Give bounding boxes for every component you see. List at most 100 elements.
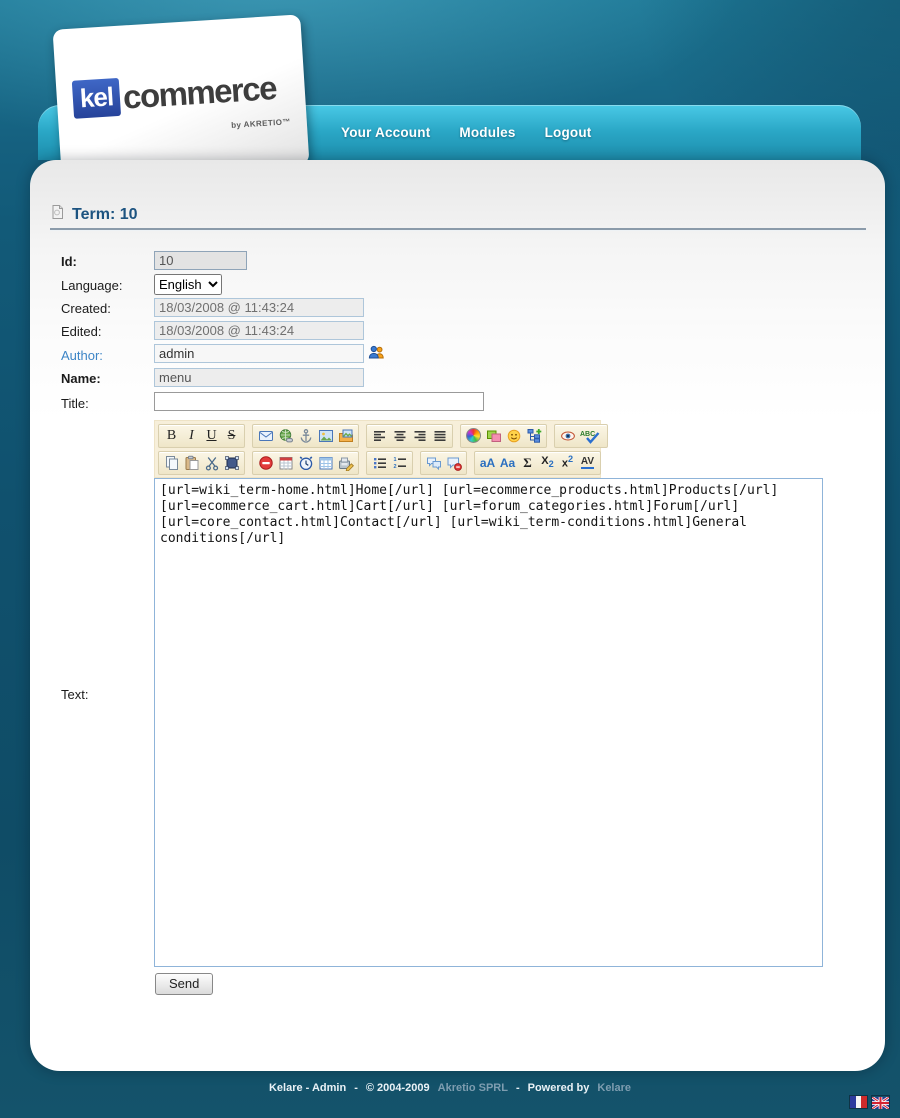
language-select[interactable]: English xyxy=(154,274,222,295)
heading-divider xyxy=(50,228,866,231)
remove-button[interactable] xyxy=(256,453,275,473)
uk-flag-icon[interactable] xyxy=(872,1096,889,1108)
align-left-button[interactable] xyxy=(370,426,389,446)
align-center-icon xyxy=(392,428,408,444)
french-flag-icon[interactable] xyxy=(850,1096,867,1108)
kelcommerce-logo: kel commerce xyxy=(72,68,277,119)
name-label: Name: xyxy=(61,371,101,386)
italic-button[interactable]: I xyxy=(182,426,201,446)
document-icon xyxy=(50,204,65,225)
time-button[interactable] xyxy=(296,453,315,473)
select-icon xyxy=(224,455,240,471)
spellcheck-icon: ABC xyxy=(579,428,603,444)
title-field[interactable] xyxy=(154,392,484,411)
created-label: Created: xyxy=(61,301,111,316)
font-bigger-button[interactable]: aA xyxy=(478,453,497,473)
photos-button[interactable] xyxy=(484,426,503,446)
nav-modules[interactable]: Modules xyxy=(459,125,515,140)
toolbar-group xyxy=(366,424,453,448)
link-button[interactable] xyxy=(276,426,295,446)
editor-toolbar: BIUS ABC 12 aA Aa Σ X2 x2 AV xyxy=(154,420,601,478)
font-smaller-button[interactable]: Aa xyxy=(498,453,517,473)
cut-button[interactable] xyxy=(202,453,221,473)
images-button[interactable] xyxy=(336,426,355,446)
footer-segment: Kelare - Admin xyxy=(269,1082,346,1094)
author-label[interactable]: Author: xyxy=(61,348,103,363)
align-left-icon xyxy=(372,428,388,444)
footer-credits: Kelare - Admin-© 2004-2009Akretio SPRL-P… xyxy=(0,1082,900,1094)
sum-icon: Σ xyxy=(523,456,532,469)
cut-icon xyxy=(204,455,220,471)
photos-icon xyxy=(486,428,502,444)
align-justify-button[interactable] xyxy=(430,426,449,446)
bold-button[interactable]: B xyxy=(162,426,181,446)
strikethrough-icon: S xyxy=(228,429,236,443)
quote-icon xyxy=(426,455,442,471)
list-numbered-button[interactable]: 12 xyxy=(390,453,409,473)
strikethrough-button[interactable]: S xyxy=(222,426,241,446)
toolbar-group: aA Aa Σ X2 x2 AV xyxy=(474,451,601,475)
nav-logout[interactable]: Logout xyxy=(545,125,592,140)
sum-button[interactable]: Σ xyxy=(518,453,537,473)
spellcheck-button[interactable]: ABC xyxy=(578,426,604,446)
toolbar-group xyxy=(420,451,467,475)
text-editor-area[interactable]: [url=wiki_term-home.html]Home[/url] [url… xyxy=(154,478,823,967)
superscript-button[interactable]: x2 xyxy=(558,453,577,473)
date-button[interactable] xyxy=(276,453,295,473)
quote-remove-button[interactable] xyxy=(444,453,463,473)
superscript-icon: x2 xyxy=(562,455,573,470)
kerning-icon: AV xyxy=(581,456,594,469)
paste-button[interactable] xyxy=(182,453,201,473)
logo-card[interactable]: kel commerce by AKRETIO™ xyxy=(53,14,310,179)
colors-icon xyxy=(466,428,481,443)
name-field[interactable] xyxy=(154,368,364,387)
email-button[interactable] xyxy=(256,426,275,446)
image-button[interactable] xyxy=(316,426,335,446)
svg-text:ABC: ABC xyxy=(580,431,595,438)
underline-button[interactable]: U xyxy=(202,426,221,446)
footer-segment: © 2004-2009 xyxy=(366,1082,430,1094)
sitemap-add-button[interactable] xyxy=(524,426,543,446)
select-button[interactable] xyxy=(222,453,241,473)
title-label: Title: xyxy=(61,396,89,411)
id-label: Id: xyxy=(61,254,77,269)
list-bullet-button[interactable] xyxy=(370,453,389,473)
edited-label: Edited: xyxy=(61,324,101,339)
author-field[interactable] xyxy=(154,344,364,363)
toolbar-group xyxy=(252,424,359,448)
footer-segment: Powered by xyxy=(528,1082,590,1094)
email-icon xyxy=(258,428,274,444)
table-icon xyxy=(318,455,334,471)
align-center-button[interactable] xyxy=(390,426,409,446)
align-right-button[interactable] xyxy=(410,426,429,446)
paste-icon xyxy=(184,455,200,471)
fax-icon xyxy=(338,455,354,471)
page-title: Term: 10 xyxy=(72,206,138,224)
quote-remove-icon xyxy=(446,455,462,471)
font-bigger-icon: aA xyxy=(480,457,495,469)
italic-icon: I xyxy=(189,429,194,443)
created-field[interactable] xyxy=(154,298,364,317)
footer-segment: Akretio SPRL xyxy=(438,1082,508,1094)
users-icon[interactable] xyxy=(368,344,385,366)
copy-button[interactable] xyxy=(162,453,181,473)
nav-your-account[interactable]: Your Account xyxy=(341,125,430,140)
edited-field[interactable] xyxy=(154,321,364,340)
preview-button[interactable] xyxy=(558,426,577,446)
footer-segment: - xyxy=(354,1082,358,1094)
subscript-button[interactable]: X2 xyxy=(538,453,557,473)
align-justify-icon xyxy=(432,428,448,444)
smiley-button[interactable] xyxy=(504,426,523,446)
send-button[interactable]: Send xyxy=(155,973,213,995)
footer-segment: Kelare xyxy=(597,1082,631,1094)
font-smaller-icon: Aa xyxy=(500,457,515,469)
kerning-button[interactable]: AV xyxy=(578,453,597,473)
subscript-icon: X2 xyxy=(541,456,553,469)
link-icon xyxy=(278,428,294,444)
fax-button[interactable] xyxy=(336,453,355,473)
anchor-button[interactable] xyxy=(296,426,315,446)
table-button[interactable] xyxy=(316,453,335,473)
colors-button[interactable] xyxy=(464,426,483,446)
id-field[interactable] xyxy=(154,251,247,270)
quote-button[interactable] xyxy=(424,453,443,473)
